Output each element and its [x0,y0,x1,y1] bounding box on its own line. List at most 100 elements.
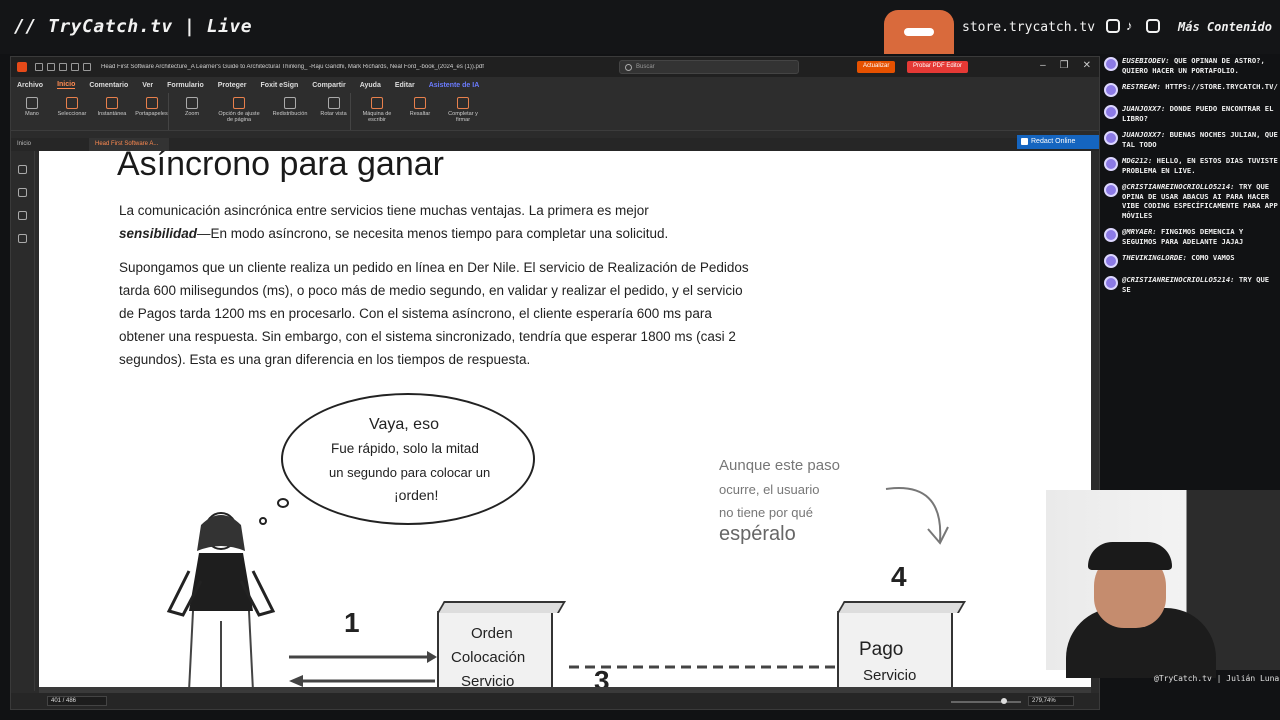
zoom-level-input[interactable]: 279,74% [1028,696,1074,706]
tiktok-icon: ♪ [1126,18,1133,33]
more-content-label: Más Contenido [1178,20,1272,34]
ribbon-label: Zoom [184,111,200,117]
avatar [1104,157,1118,171]
clipboard-button[interactable]: Portapapeles [135,93,169,130]
menu-inicio[interactable]: Inicio [57,81,76,89]
box-top [837,601,966,613]
menu-comentario[interactable]: Comentario [89,82,128,89]
ribbon-label: Máquina de escribir [362,111,392,123]
clipboard-icon [145,97,158,109]
chat-text: COMO VAMOS [1191,253,1235,262]
chat-user: JUANJOXX7: [1122,104,1166,113]
avatar [1104,131,1118,145]
ribbon-label: Rotar vista [320,111,347,117]
page-fit-button[interactable]: Opción de ajuste de página [215,93,263,130]
redact-label: Redact Online [1031,138,1076,145]
zoom-button[interactable]: Zoom [175,93,209,130]
note-line-3: no tiene por qué [719,505,813,520]
tab-home[interactable]: Inicio [11,138,89,151]
bubble-line-4: ¡orden! [394,487,439,503]
paragraph-1-rest: —En modo asíncrono, se necesita menos ti… [197,226,669,241]
chat-message: @CRISTIANREINOCRIOLLO5214: TRY QUE OPINA… [1104,182,1280,220]
highlight-icon [414,97,426,109]
select-tool-button[interactable]: Seleccionar [55,93,89,130]
cursor-icon [66,97,78,109]
paragraph-1: La comunicación asincrónica entre servic… [119,199,759,245]
search-input[interactable]: Buscar [619,60,799,74]
thought-bubble [281,393,535,525]
tab-current-document[interactable]: Head First Software A... [89,138,169,151]
menu-ver[interactable]: Ver [142,82,153,89]
flow-arrows [289,651,883,687]
reflow-button[interactable]: Redistribución [269,93,311,130]
snapshot-button[interactable]: Instantánea [95,93,129,130]
menu-foxit-esign[interactable]: Foxit eSign [261,82,299,89]
comments-icon[interactable] [18,211,27,220]
chat-user: @CRISTIANREINOCRIOLLO5214: [1122,182,1235,191]
menu-editar[interactable]: Editar [395,82,415,89]
document-title: Head First Software Architecture_A Learn… [101,64,484,70]
zoom-slider-knob[interactable] [1001,698,1007,704]
bubble-dot [277,498,289,508]
close-icon[interactable]: ✕ [1083,60,1091,71]
ribbon-toolbar: Mano Seleccionar Instantánea Portapapele… [11,93,1099,131]
avatar [1104,105,1118,119]
avatar [1104,83,1118,97]
chat-text: HTTPS://STORE.TRYCATCH.TV/ [1165,82,1278,91]
highlight-button[interactable]: Resaltar [403,93,437,130]
typewriter-button[interactable]: Máquina de escribir [357,93,397,130]
menu-ayuda[interactable]: Ayuda [360,82,381,89]
redo-icon[interactable] [83,63,91,71]
menu-proteger[interactable]: Proteger [218,82,247,89]
window-controls: – ❐ ✕ [1040,60,1091,71]
chat-message: @CRISTIANREINOCRIOLLO5214: TRY QUE SE [1104,275,1280,294]
ribbon-label: Completar y firmar [448,111,478,123]
box1-line-3: Servicio [461,673,515,687]
menu-ai-assistant[interactable]: Asistente de IA [429,82,480,89]
restore-icon[interactable]: ❐ [1060,60,1069,71]
open-icon[interactable] [35,63,43,71]
zoom-slider[interactable] [951,698,1021,704]
youtube-icon [1146,19,1160,33]
page-number-input[interactable]: 401 / 486 [47,696,107,706]
hand-icon [26,97,38,109]
fill-sign-button[interactable]: Completar y firmar [443,93,483,130]
avatar [1104,254,1118,268]
save-icon[interactable] [47,63,55,71]
bubble-line-3: un segundo para colocar un [329,465,491,480]
try-pdf-editor-button[interactable]: Probar PDF Editor [907,61,969,73]
curved-arrow [885,487,949,545]
host-avatar [884,10,954,54]
chat-user: @MRYAER: [1122,227,1157,236]
pdf-page: Asíncrono para ganar La comunicación asi… [39,151,1091,687]
minimize-icon[interactable]: – [1040,60,1046,71]
menu-formulario[interactable]: Formulario [167,82,204,89]
avatar [1104,57,1118,71]
page-fit-icon [233,97,245,109]
redact-online-button[interactable]: Redact Online [1017,135,1099,149]
attachment-icon[interactable] [18,234,27,243]
quick-access-toolbar [35,63,91,71]
note-line-2: ocurre, el usuario [719,482,820,497]
chat-user: @CRISTIANREINOCRIOLLO5214: [1122,275,1235,284]
redact-icon [1021,138,1028,145]
chat-message: JUANJOXX7: BUENAS NOCHES JULIAN, QUE TAL… [1104,130,1280,149]
search-icon [625,64,632,71]
navigation-panel [11,151,35,691]
hand-tool-button[interactable]: Mano [15,93,49,130]
paragraph-1-text: La comunicación asincrónica entre servic… [119,203,649,218]
update-button[interactable]: Actualizar [857,61,896,73]
print-icon[interactable] [59,63,67,71]
undo-icon[interactable] [71,63,79,71]
chat-user: RESTREAM: [1122,82,1161,91]
bookmark-icon[interactable] [18,165,27,174]
chat-message: MDG212: HELLO, EN ESTOS DIAS TUVISTE PRO… [1104,156,1280,175]
pen-icon [457,97,469,109]
menu-archivo[interactable]: Archivo [17,82,43,89]
menu-compartir[interactable]: Compartir [312,82,345,89]
pages-icon[interactable] [18,188,27,197]
ribbon-label: Portapapeles [135,111,168,117]
note-line-4: espéralo [719,523,796,545]
rotate-view-button[interactable]: Rotar vista [317,93,351,130]
chat-user: JUANJOXX7: [1122,130,1166,139]
